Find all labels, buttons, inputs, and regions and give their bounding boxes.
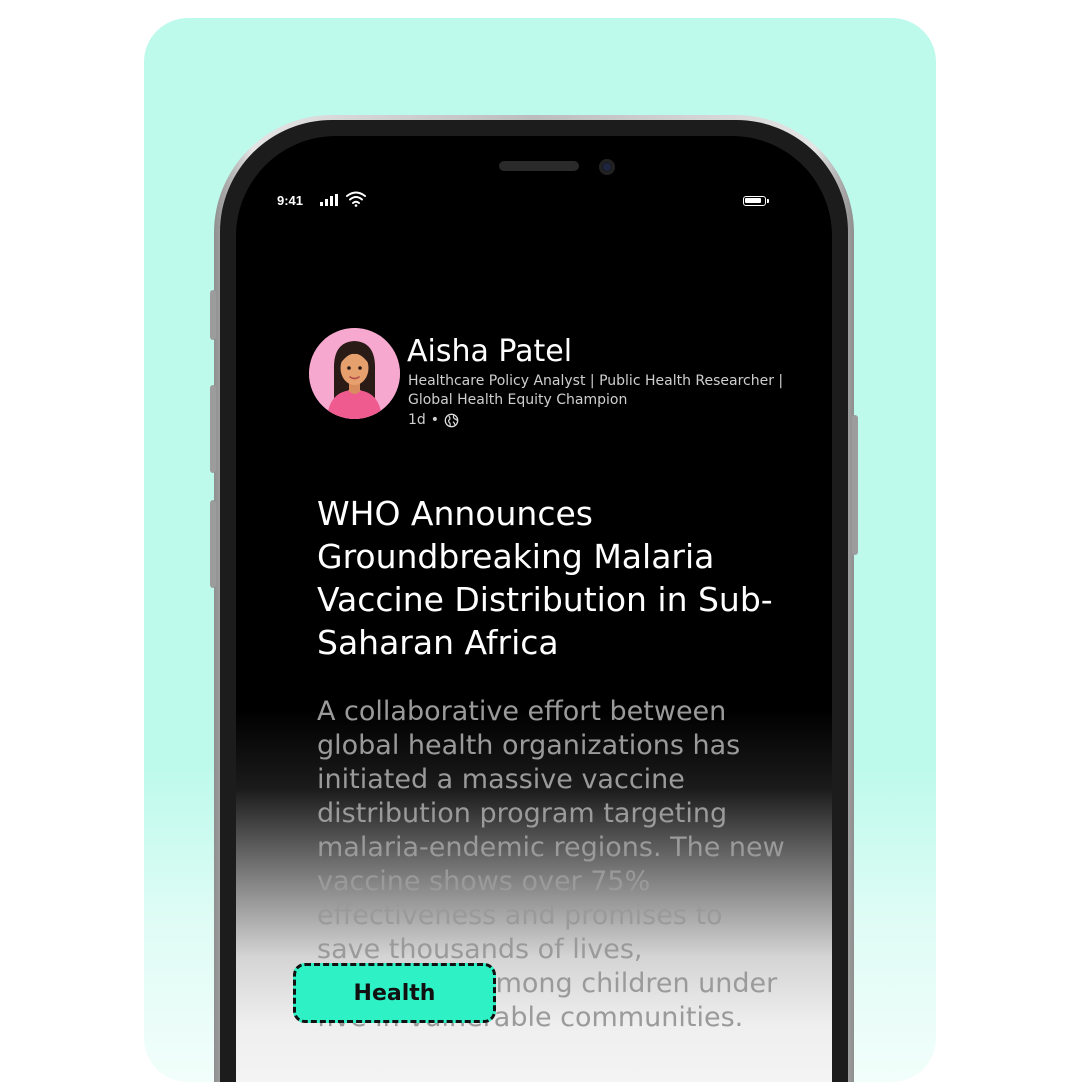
author-headline: Healthcare Policy Analyst | Public Healt… xyxy=(408,373,784,408)
volume-down-button xyxy=(210,500,216,588)
silent-switch xyxy=(210,290,216,340)
signal-icon xyxy=(320,194,338,206)
author-name[interactable]: Aisha Patel xyxy=(407,334,572,369)
battery-icon xyxy=(743,196,769,206)
meta-separator: • xyxy=(430,412,440,428)
phone-bezel: 9:41 Aisha Patel Healthcare Policy Analy… xyxy=(220,120,848,1082)
phone-screen: 9:41 Aisha Patel Healthcare Policy Analy… xyxy=(236,136,832,1082)
power-button xyxy=(852,415,858,555)
post-meta: 1d • xyxy=(408,412,459,428)
author-avatar[interactable] xyxy=(309,328,400,419)
status-time: 9:41 xyxy=(277,193,304,208)
volume-up-button xyxy=(210,385,216,473)
phone-frame: 9:41 Aisha Patel Healthcare Policy Analy… xyxy=(210,115,858,1082)
post-headline: WHO Announces Groundbreaking Malaria Vac… xyxy=(317,494,773,662)
earpiece-speaker xyxy=(499,161,579,171)
wifi-icon xyxy=(346,191,366,207)
post-age: 1d xyxy=(408,412,426,428)
background-card: 9:41 Aisha Patel Healthcare Policy Analy… xyxy=(144,18,936,1082)
woman-avatar-icon xyxy=(309,328,400,419)
front-camera xyxy=(599,159,615,175)
category-tag[interactable]: Health xyxy=(293,963,496,1023)
globe-icon xyxy=(444,413,459,427)
